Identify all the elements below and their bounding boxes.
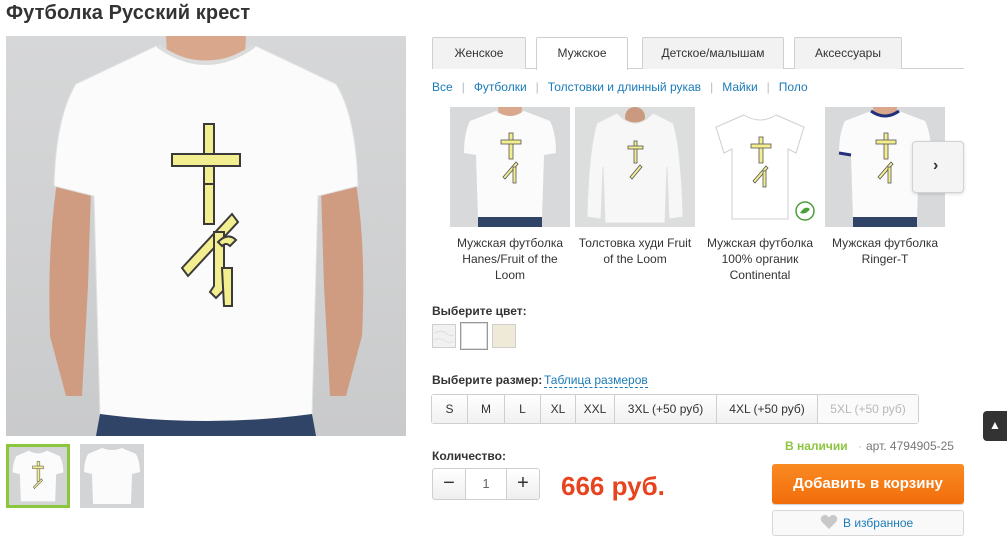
product-type-hoodie[interactable]: Толстовка худи Fruit of the Loom <box>575 107 695 267</box>
color-label: Выберите цвет: <box>432 304 527 318</box>
category-link-hoodies[interactable]: Толстовки и длинный рукав <box>548 80 701 94</box>
article-text: арт. 4794905-25 <box>866 439 954 453</box>
quantity-increase-button[interactable]: + <box>506 468 540 500</box>
product-type-image <box>450 107 570 227</box>
size-option-m[interactable]: M <box>468 395 505 423</box>
tshirt-flat-image <box>715 114 815 221</box>
hoodie-model-image <box>575 107 695 227</box>
tshirt-model-image <box>450 107 570 227</box>
tab-men[interactable]: Мужское <box>536 37 628 70</box>
chevron-right-icon: › <box>933 157 939 174</box>
separator-dot: · <box>858 439 862 453</box>
add-to-favorites-button[interactable]: В избранное <box>772 510 964 536</box>
category-tabs: Женское Мужское Детское/малышам Аксессуа… <box>432 37 964 70</box>
color-swatch-marble[interactable] <box>432 324 456 348</box>
product-type-label: Мужская футболка Hanes/Fruit of the Loom <box>456 236 564 282</box>
size-option-xl[interactable]: XL <box>541 395 576 423</box>
add-to-cart-button[interactable]: Добавить в корзину <box>772 464 964 504</box>
product-type-label: Мужская футболка Ringer-T <box>831 236 939 266</box>
next-products-button[interactable]: › <box>912 141 964 193</box>
thumbnail-front[interactable] <box>6 444 70 508</box>
size-selector: S M L XL XXL 3XL (+50 руб) 4XL (+50 руб)… <box>431 394 919 424</box>
tshirt-front-thumb <box>9 447 67 505</box>
product-type-image <box>700 107 820 227</box>
category-link-tshirts[interactable]: Футболки <box>474 80 527 94</box>
size-option-3xl[interactable]: 3XL (+50 руб) <box>615 395 717 423</box>
product-type-label: Толстовка худи Fruit of the Loom <box>578 236 692 266</box>
size-option-xxl[interactable]: XXL <box>576 395 615 423</box>
quantity-input[interactable]: 1 <box>466 468 506 500</box>
quantity-label: Количество: <box>432 449 506 463</box>
product-type-image <box>575 107 695 227</box>
category-link-all[interactable]: Все <box>432 80 453 94</box>
tab-accessories[interactable]: Аксессуары <box>794 37 902 69</box>
size-option-s[interactable]: S <box>432 395 468 423</box>
quantity-decrease-button[interactable]: − <box>432 468 466 500</box>
favorites-label: В избранное <box>843 516 914 530</box>
tab-women[interactable]: Женское <box>432 37 526 69</box>
category-link-tanks[interactable]: Майки <box>722 80 757 94</box>
color-swatch-white[interactable] <box>460 322 488 350</box>
thumbnail-back[interactable] <box>80 444 144 508</box>
size-option-5xl: 5XL (+50 руб) <box>818 395 918 423</box>
size-label: Выберите размер: <box>432 373 543 387</box>
product-type-organic[interactable]: Мужская футболка 100% органик Continenta… <box>700 107 820 283</box>
size-option-4xl[interactable]: 4XL (+50 руб) <box>717 395 818 423</box>
heart-icon <box>820 514 838 538</box>
category-link-polo[interactable]: Поло <box>779 80 808 94</box>
scroll-to-top-button[interactable]: ▲ <box>983 411 1007 441</box>
price: 666 руб. <box>561 471 665 501</box>
tshirt-front-illustration <box>49 36 364 436</box>
size-option-l[interactable]: L <box>505 395 541 423</box>
article-number: · арт. 4794905-25 <box>858 439 954 453</box>
category-links: Все | Футболки | Толстовки и длинный рукав | М… <box>432 80 808 94</box>
stock-status: В наличии <box>785 439 848 453</box>
color-swatch-cream[interactable] <box>492 324 516 348</box>
arrow-up-icon: ▲ <box>989 418 1001 432</box>
product-type-label: Мужская футболка 100% органик Continenta… <box>706 236 814 282</box>
quantity-stepper: − 1 + <box>432 468 540 500</box>
main-product-image[interactable] <box>6 36 406 436</box>
marble-texture-icon <box>433 330 455 343</box>
product-type-hanes[interactable]: Мужская футболка Hanes/Fruit of the Loom <box>450 107 570 283</box>
tab-kids[interactable]: Детское/малышам <box>642 37 784 69</box>
tshirt-back-thumb <box>80 444 144 508</box>
size-chart-link[interactable]: Таблица размеров <box>544 373 648 388</box>
page-title: Футболка Русский крест <box>6 2 251 24</box>
